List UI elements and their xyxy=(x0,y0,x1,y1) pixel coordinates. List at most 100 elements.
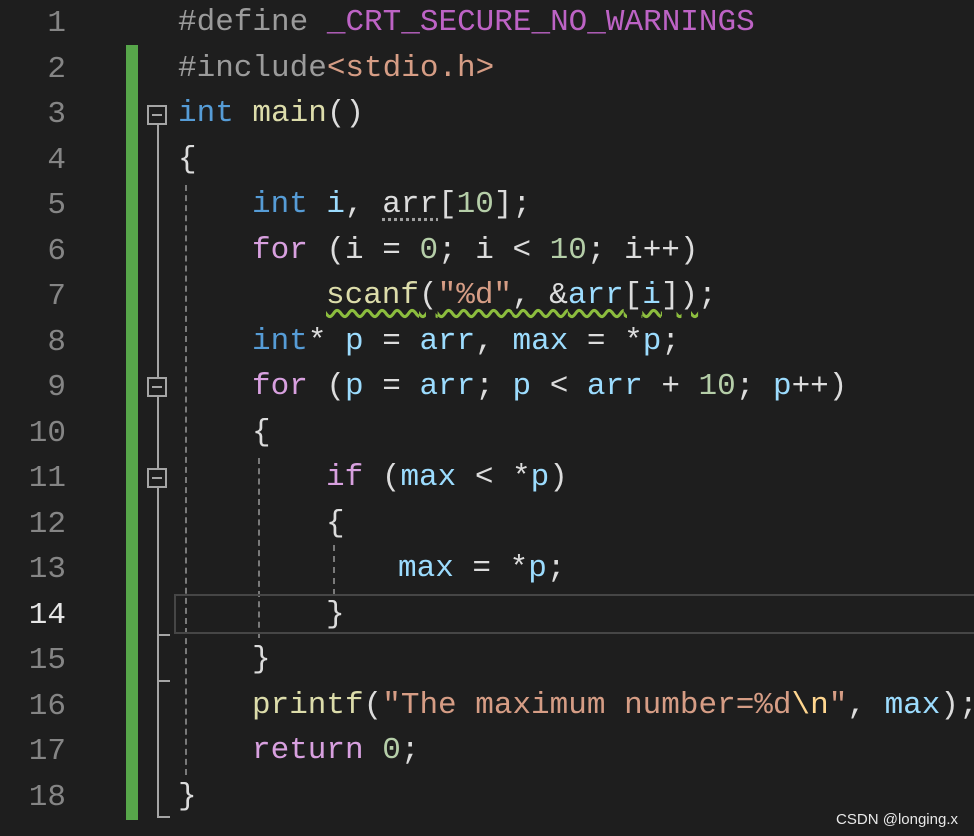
punctuation: = * xyxy=(453,551,529,586)
variable: p xyxy=(530,460,550,495)
variable: arr xyxy=(586,369,643,404)
punctuation: = * xyxy=(568,324,643,359)
line-number: 2 xyxy=(47,52,66,87)
change-tracking-bar xyxy=(126,45,138,820)
punctuation xyxy=(364,733,383,768)
keyword: for xyxy=(252,369,308,404)
collapse-if-icon[interactable] xyxy=(147,468,167,488)
keyword: if xyxy=(326,460,364,495)
punctuation: ); xyxy=(940,688,974,723)
current-line-highlight xyxy=(174,594,974,634)
code-line[interactable]: int main() xyxy=(178,91,364,137)
outline-line xyxy=(157,680,170,682)
keyword: int xyxy=(178,96,234,131)
code-line[interactable]: #define _CRT_SECURE_NO_WARNINGS xyxy=(178,0,755,46)
line-number: 17 xyxy=(28,734,66,769)
indent-guide xyxy=(333,545,335,595)
code-line[interactable]: int* p = arr, max = *p; xyxy=(252,319,680,365)
punctuation: ]; xyxy=(493,187,532,222)
punctuation: ; xyxy=(400,733,420,768)
code-text: (i = xyxy=(307,233,420,268)
punctuation: = xyxy=(363,369,420,404)
line-number: 6 xyxy=(47,234,66,269)
keyword: return xyxy=(252,733,364,768)
number: 10 xyxy=(456,187,494,222)
variable: max xyxy=(400,460,457,495)
punctuation: ++) xyxy=(791,369,848,404)
watermark: CSDN @longing.x xyxy=(836,811,958,828)
punctuation: ; xyxy=(661,324,680,359)
line-number: 8 xyxy=(47,325,66,360)
punctuation: ( xyxy=(419,278,438,313)
line-number-current: 14 xyxy=(28,598,66,633)
punctuation: + xyxy=(642,369,699,404)
line-number: 5 xyxy=(47,188,66,223)
code-line[interactable]: printf("The maximum number=%d\n", max); xyxy=(252,683,974,729)
code-line[interactable]: max = *p; xyxy=(398,546,565,592)
code-line[interactable]: scanf("%d", &arr[i]); xyxy=(326,273,717,319)
function-name: scanf xyxy=(326,278,420,313)
number: 0 xyxy=(419,233,439,268)
collapse-for-icon[interactable] xyxy=(147,377,167,397)
indent-guide xyxy=(185,185,187,775)
punctuation: < * xyxy=(456,460,531,495)
warning-squiggle[interactable]: scanf("%d", &arr[i]) xyxy=(326,278,698,313)
number: 10 xyxy=(698,369,736,404)
line-number: 12 xyxy=(28,507,66,542)
punctuation: = xyxy=(363,324,420,359)
variable: max xyxy=(512,324,569,359)
brace: } xyxy=(178,779,197,814)
punctuation: [ xyxy=(438,187,457,222)
code-text: ; i++) xyxy=(586,233,699,268)
line-number: 3 xyxy=(47,97,66,132)
keyword: for xyxy=(252,233,308,268)
punctuation: , xyxy=(475,324,513,359)
code-line[interactable]: #include<stdio.h> xyxy=(178,46,494,92)
code-line[interactable]: } xyxy=(252,637,271,683)
line-number: 16 xyxy=(28,689,66,724)
code-line[interactable]: { xyxy=(326,501,345,547)
punctuation: ; xyxy=(475,369,513,404)
string: "The maximum number=%d xyxy=(382,688,792,723)
code-editor[interactable]: 1 2 3 4 5 6 7 8 9 10 11 12 13 14 15 16 1… xyxy=(0,0,974,836)
brace: { xyxy=(178,142,197,177)
code-line[interactable]: if (max < *p) xyxy=(326,455,568,501)
variable: p xyxy=(512,369,532,404)
code-line[interactable]: for (i = 0; i < 10; i++) xyxy=(252,228,699,274)
function-name: main xyxy=(252,96,327,131)
punctuation: ( xyxy=(307,369,346,404)
number: 10 xyxy=(549,233,587,268)
variable: p xyxy=(345,369,364,404)
escape-sequence: \n xyxy=(791,688,829,723)
code-line[interactable]: int i, arr[10]; xyxy=(252,182,531,228)
punctuation: ( xyxy=(363,688,383,723)
punctuation: ) xyxy=(549,460,568,495)
line-number: 9 xyxy=(47,370,66,405)
variable: arr xyxy=(419,369,476,404)
line-number: 1 xyxy=(47,6,66,41)
brace: { xyxy=(252,415,271,450)
variable: arr xyxy=(382,187,439,222)
macro-name: _CRT_SECURE_NO_WARNINGS xyxy=(326,5,755,40)
code-line[interactable]: for (p = arr; p < arr + 10; p++) xyxy=(252,364,847,410)
punctuation: < xyxy=(531,369,587,404)
variable: i xyxy=(642,278,661,313)
punctuation: , & xyxy=(512,278,568,313)
number: 0 xyxy=(382,733,401,768)
line-number: 13 xyxy=(28,552,66,587)
variable: max xyxy=(884,688,941,723)
code-text: ; i < xyxy=(438,233,550,268)
code-line[interactable]: return 0; xyxy=(252,728,419,774)
collapse-main-icon[interactable] xyxy=(147,105,167,125)
line-number: 11 xyxy=(28,461,66,496)
punctuation: , xyxy=(345,187,383,222)
keyword: int xyxy=(252,187,308,222)
code-line[interactable]: } xyxy=(326,592,345,638)
code-line[interactable]: { xyxy=(178,137,197,183)
code-line[interactable]: } xyxy=(178,774,197,820)
include-header: <stdio.h> xyxy=(326,51,495,86)
line-number: 7 xyxy=(47,279,66,314)
punctuation: * xyxy=(307,324,346,359)
line-number: 18 xyxy=(28,780,66,815)
code-line[interactable]: { xyxy=(252,410,271,456)
